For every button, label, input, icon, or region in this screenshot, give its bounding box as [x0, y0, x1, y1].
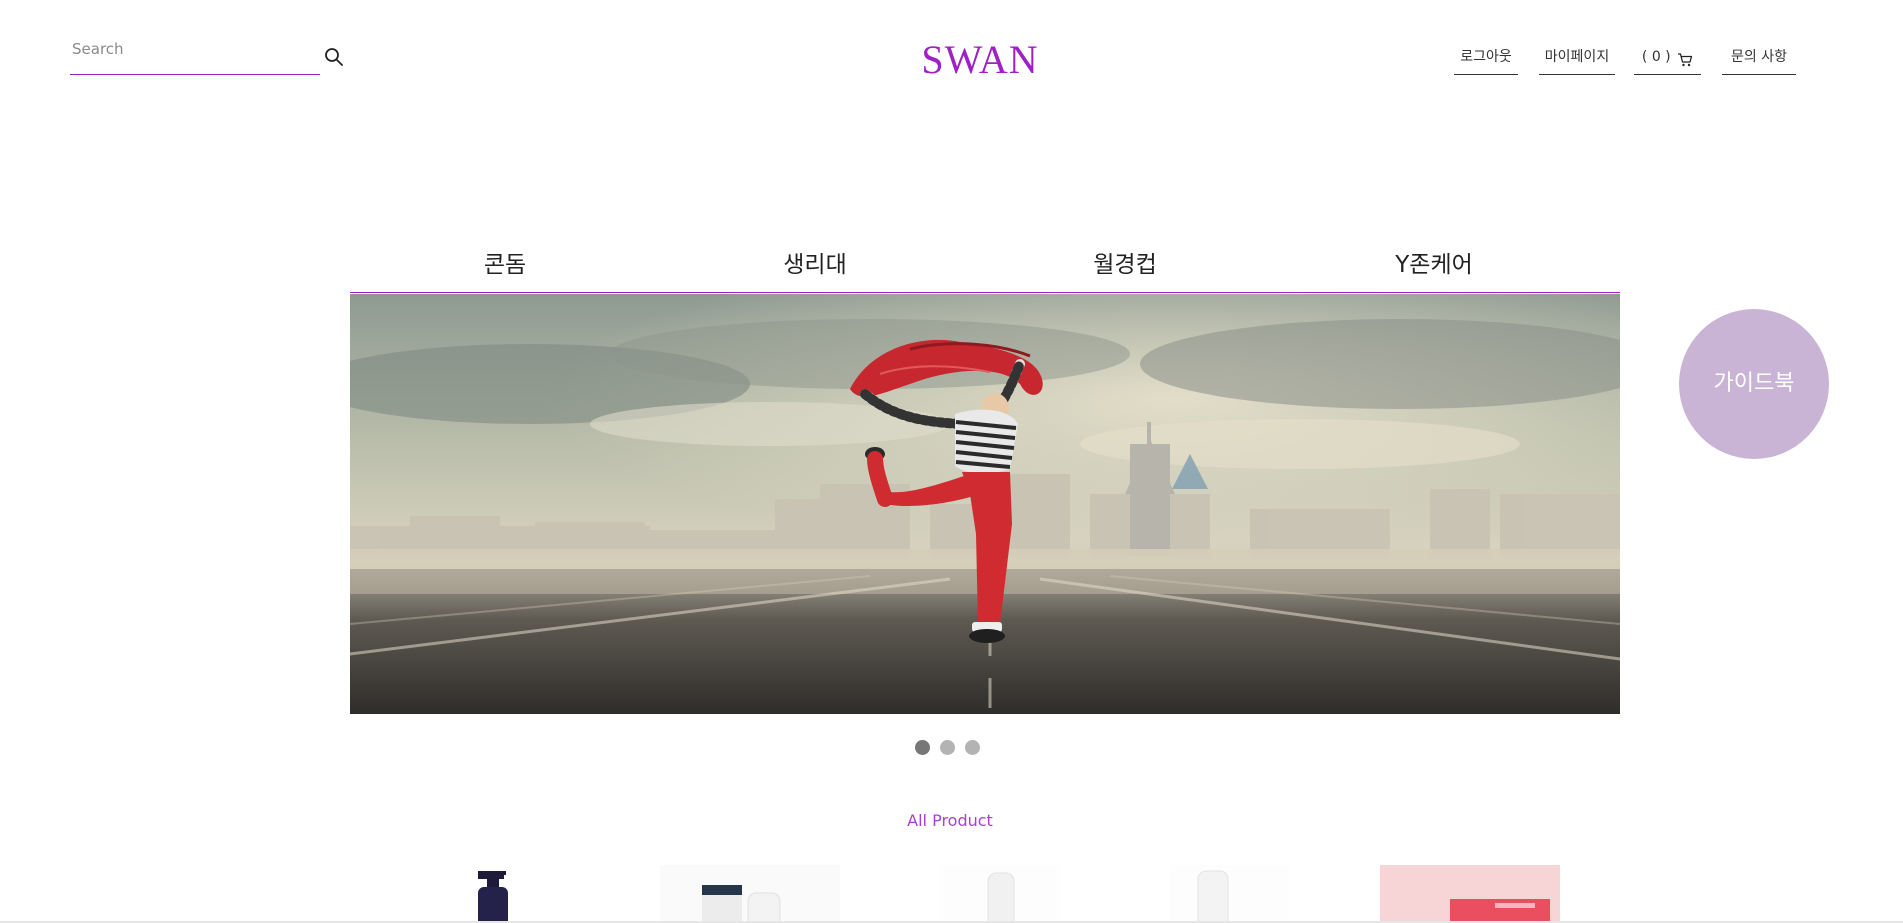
product-item-3[interactable] [940, 865, 1060, 923]
category-cup[interactable]: 월경컵 [970, 248, 1280, 282]
carousel-dot-2[interactable] [940, 740, 955, 755]
mypage-link[interactable]: 마이페이지 [1539, 44, 1615, 75]
category-pad[interactable]: 생리대 [660, 248, 970, 282]
inquiry-label: 문의 사항 [1731, 49, 1787, 65]
carousel-dot-1[interactable] [915, 740, 930, 755]
carousel-dots [915, 740, 990, 756]
cart-icon [1677, 50, 1693, 67]
mypage-label: 마이페이지 [1544, 49, 1610, 65]
guidebook-button[interactable]: 가이드북 [1679, 309, 1829, 459]
site-logo[interactable]: SWAN [900, 34, 1060, 86]
category-condom[interactable]: 콘돔 [350, 248, 660, 282]
search-icon[interactable] [324, 47, 344, 67]
hero-banner-image[interactable] [350, 294, 1620, 714]
logout-label: 로그아웃 [1460, 49, 1512, 65]
logout-link[interactable]: 로그아웃 [1454, 44, 1518, 75]
cart-count: ( 0 ) [1641, 49, 1671, 65]
product-item-5[interactable] [1380, 865, 1560, 923]
cart-link[interactable]: ( 0 ) [1634, 44, 1701, 75]
search-input[interactable] [70, 34, 314, 64]
product-item-4[interactable] [1170, 865, 1290, 923]
search-bar [70, 34, 320, 75]
category-nav: 콘돔 생리대 월경컵 Y존케어 [350, 248, 1620, 293]
product-item-1[interactable] [460, 865, 540, 923]
product-item-2[interactable] [660, 865, 840, 923]
inquiry-link[interactable]: 문의 사항 [1722, 44, 1796, 75]
category-yzone-care[interactable]: Y존케어 [1279, 248, 1589, 282]
carousel-dot-3[interactable] [965, 740, 980, 755]
all-product-title: All Product [907, 811, 993, 830]
